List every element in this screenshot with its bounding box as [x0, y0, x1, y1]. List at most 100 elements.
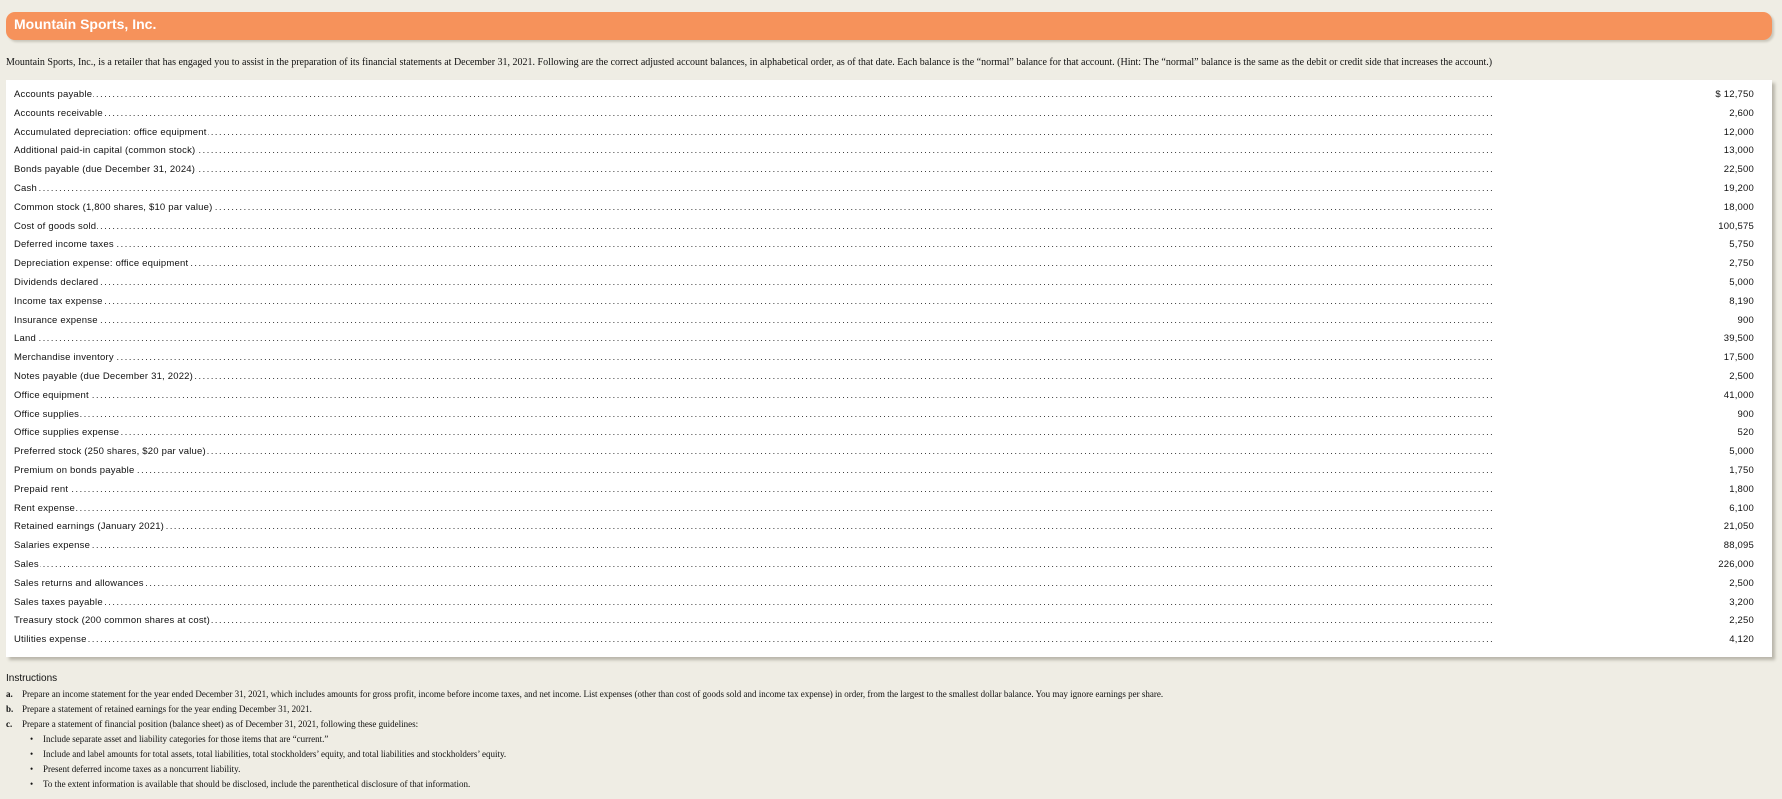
account-amount: 4,120 — [1729, 634, 1754, 646]
account-amount: 12,000 — [1723, 126, 1754, 138]
account-amount: 2,250 — [1729, 615, 1754, 627]
account-row: ........................................… — [6, 351, 1772, 367]
account-label: Merchandise inventory — [14, 352, 115, 364]
header-banner: Mountain Sports, Inc. — [6, 12, 1772, 40]
account-amount: 2,500 — [1729, 371, 1754, 382]
account-amount: 22,500 — [1723, 164, 1754, 176]
instruction-a-letter: a. — [6, 689, 13, 699]
instruction-a-text: Prepare an income statement for the year… — [22, 689, 1164, 699]
account-label: Preferred stock (250 shares, $20 par val… — [14, 446, 207, 458]
leader-dots: ........................................… — [14, 220, 1494, 231]
bullet-dot: • — [30, 749, 34, 759]
leader-dots: ........................................… — [14, 333, 1494, 344]
leader-dots: ........................................… — [14, 521, 1494, 532]
account-row: ........................................… — [6, 238, 1772, 254]
account-label: Cost of goods sold — [14, 220, 98, 232]
account-amount: 520 — [1737, 427, 1754, 439]
leader-dots: ........................................… — [14, 408, 1494, 419]
account-amount: 39,500 — [1723, 333, 1754, 345]
bullet-dot: • — [30, 779, 34, 789]
instructions-title: Instructions — [6, 673, 58, 684]
account-row: ........................................… — [6, 201, 1772, 217]
account-label: Income tax expense — [14, 295, 104, 307]
account-row: ........................................… — [6, 182, 1772, 198]
instruction-c-text: Prepare a statement of financial positio… — [22, 719, 419, 729]
account-amount: 3,200 — [1729, 596, 1754, 608]
leader-dots: ........................................… — [14, 371, 1494, 381]
account-amount: 8,190 — [1729, 295, 1754, 307]
account-row: ........................................… — [6, 257, 1772, 273]
bullet-text: Present deferred income taxes as a noncu… — [43, 764, 241, 774]
account-label: Rent expense — [14, 502, 77, 514]
leader-dots: ........................................… — [14, 352, 1494, 363]
instruction-b: b. Prepare a statement of retained earnin… — [6, 704, 1776, 714]
account-row: ........................................… — [6, 614, 1772, 630]
leader-dots: ........................................… — [14, 107, 1494, 118]
account-amount: 900 — [1737, 314, 1754, 326]
leader-dots: ........................................… — [14, 389, 1494, 400]
account-amount: 2,600 — [1729, 107, 1754, 119]
instruction-c: c. Prepare a statement of financial posit… — [6, 719, 1776, 729]
account-row: ........................................… — [6, 88, 1772, 104]
instruction-a: a. Prepare an income statement for the ye… — [6, 689, 1776, 699]
account-row: ........................................… — [6, 426, 1772, 442]
account-label: Accounts payable — [14, 89, 94, 100]
account-row: ........................................… — [6, 163, 1772, 179]
account-label: Additional paid-in capital (common stock… — [14, 145, 197, 157]
account-row: ........................................… — [6, 408, 1772, 424]
account-row: ........................................… — [6, 520, 1772, 536]
account-amount: 5,750 — [1729, 239, 1754, 251]
account-amount: 900 — [1737, 408, 1754, 420]
account-amount: 1,800 — [1729, 483, 1754, 495]
account-label: Accounts receivable — [14, 107, 104, 119]
account-label: Insurance expense — [14, 314, 99, 326]
account-amount: 17,500 — [1723, 352, 1754, 364]
account-label: Accumulated depreciation: office equipme… — [14, 126, 208, 138]
account-row: ........................................… — [6, 445, 1772, 461]
leader-dots: ........................................… — [14, 502, 1494, 513]
leader-dots: ........................................… — [14, 634, 1494, 645]
account-row: ........................................… — [6, 633, 1772, 649]
leader-dots: ........................................… — [14, 126, 1494, 137]
account-label: Sales — [14, 559, 40, 570]
account-label: Office supplies — [14, 408, 81, 420]
account-amount: 226,000 — [1718, 559, 1754, 570]
leader-dots: ........................................… — [14, 201, 1494, 212]
account-amount: 100,575 — [1718, 220, 1754, 232]
leader-dots: ........................................… — [14, 577, 1494, 588]
account-row: ........................................… — [6, 220, 1772, 236]
leader-dots: ........................................… — [14, 446, 1494, 457]
account-label: Retained earnings (January 2021) — [14, 521, 166, 533]
account-row: ........................................… — [6, 314, 1772, 330]
account-label: Deferred income taxes — [14, 239, 115, 251]
instruction-b-letter: b. — [6, 704, 14, 714]
account-label: Office equipment — [14, 389, 90, 401]
bullet-text: Include and label amounts for total asse… — [43, 749, 507, 759]
bullet-text: Include separate asset and liability cat… — [43, 734, 329, 744]
company-title: Mountain Sports, Inc. — [14, 16, 157, 32]
account-label: Bonds payable (due December 31, 2024) — [14, 164, 197, 176]
account-amount: 88,095 — [1723, 540, 1754, 552]
account-row: ........................................… — [6, 539, 1772, 555]
account-amount: 2,500 — [1729, 577, 1754, 589]
account-label: Cash — [14, 183, 38, 194]
account-amount: 1,750 — [1729, 465, 1754, 476]
bullet-text: To the extent information is available t… — [43, 779, 471, 789]
account-amount: 13,000 — [1723, 145, 1754, 157]
account-row: ........................................… — [6, 389, 1772, 405]
leader-dots: ........................................… — [14, 89, 1494, 99]
leader-dots: ........................................… — [14, 314, 1494, 325]
leader-dots: ........................................… — [14, 239, 1494, 250]
account-amount: 21,050 — [1723, 521, 1754, 533]
account-row: ........................................… — [6, 464, 1772, 480]
account-amount: 5,000 — [1729, 277, 1754, 288]
account-label: Sales taxes payable — [14, 596, 104, 608]
account-label: Utilities expense — [14, 634, 88, 646]
account-amount: 5,000 — [1729, 446, 1754, 458]
leader-dots: ........................................… — [14, 145, 1494, 156]
account-label: Land — [14, 333, 37, 345]
account-label: Office supplies expense — [14, 427, 121, 439]
account-row: ........................................… — [6, 596, 1772, 612]
leader-dots: ........................................… — [14, 258, 1494, 269]
account-amount: $ 12,750 — [1715, 89, 1754, 100]
